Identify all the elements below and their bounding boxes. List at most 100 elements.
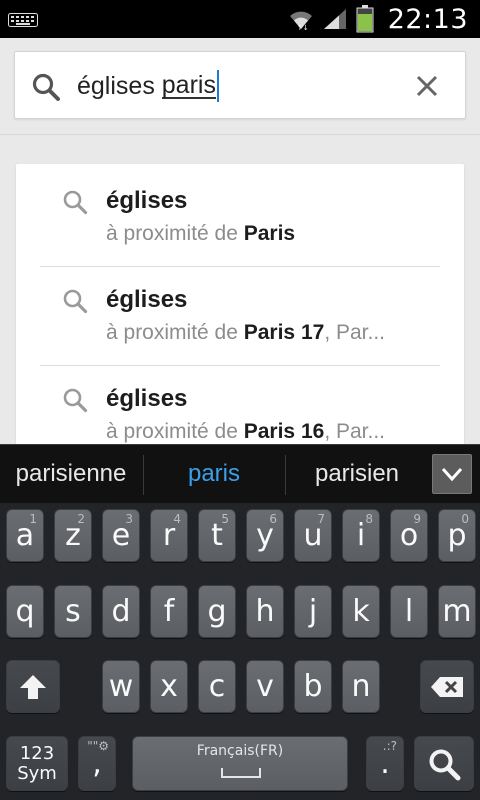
key-n[interactable]: n — [342, 660, 380, 713]
key-hint: 5 — [221, 512, 229, 526]
key-v[interactable]: v — [246, 660, 284, 713]
key-m[interactable]: m — [438, 585, 476, 638]
suggestion-subtitle: à proximité de Paris 17, Par... — [106, 321, 386, 344]
key-label: k — [352, 594, 370, 629]
search-icon — [63, 190, 88, 215]
key-label: n — [351, 669, 371, 704]
query-text: églises — [77, 71, 162, 100]
word-candidate-right[interactable]: parisien — [286, 445, 428, 503]
key-p[interactable]: 0p — [438, 509, 476, 562]
key-hint: 2 — [77, 512, 85, 526]
shift-arrow-icon — [20, 674, 46, 699]
key-l[interactable]: l — [390, 585, 428, 638]
key-label: x — [160, 669, 178, 704]
suggestion-title: églises — [106, 286, 188, 313]
key-label: l — [404, 594, 414, 629]
suggestion-subtitle: à proximité de Paris 16, Par... — [106, 420, 386, 443]
word-candidate-left[interactable]: parisienne — [0, 445, 142, 503]
key-b[interactable]: b — [294, 660, 332, 713]
keyboard-icon — [8, 13, 38, 27]
search-key[interactable] — [414, 736, 474, 791]
comma-key-hint: ""⚙ — [87, 739, 109, 753]
key-label: h — [255, 594, 275, 629]
comma-key[interactable]: ""⚙ , — [78, 736, 116, 791]
key-h[interactable]: h — [246, 585, 284, 638]
suggestion-subtitle: à proximité de Paris — [106, 222, 296, 245]
key-c[interactable]: c — [198, 660, 236, 713]
period-key[interactable]: .:? . — [366, 736, 404, 791]
key-x[interactable]: x — [150, 660, 188, 713]
screen: ↑↓ 22:13 églises paris églises à proximi… — [0, 0, 480, 800]
svg-text:↑↓: ↑↓ — [297, 24, 309, 31]
key-hint: 4 — [173, 512, 181, 526]
key-k[interactable]: k — [342, 585, 380, 638]
suggestion-title: églises — [106, 187, 188, 214]
key-label: j — [308, 594, 318, 629]
search-icon — [429, 749, 461, 780]
key-hint: 9 — [413, 512, 421, 526]
key-o[interactable]: 9o — [390, 509, 428, 562]
chevron-down-icon — [441, 467, 463, 482]
suggestion-item[interactable]: églises à proximité de Paris 16, Par... — [16, 362, 464, 454]
suggestions-list: églises à proximité de Paris églises à p… — [16, 164, 464, 454]
key-label: s — [65, 594, 81, 629]
key-s[interactable]: s — [54, 585, 92, 638]
search-icon — [63, 388, 88, 413]
key-f[interactable]: f — [150, 585, 188, 638]
symbols-key-label-2: Sym — [17, 762, 57, 784]
backspace-icon — [431, 676, 463, 697]
text-caret — [216, 70, 219, 102]
shift-key[interactable] — [6, 660, 60, 713]
key-hint: 7 — [317, 512, 325, 526]
key-label: q — [15, 594, 35, 629]
key-z[interactable]: 2z — [54, 509, 92, 562]
symbols-key[interactable]: 123 Sym — [6, 736, 68, 791]
search-input[interactable]: églises paris — [77, 64, 397, 108]
spacebar-icon — [221, 768, 261, 778]
search-icon[interactable] — [31, 72, 61, 102]
close-icon[interactable] — [415, 74, 439, 98]
key-hint: 1 — [29, 512, 37, 526]
key-label: c — [208, 669, 226, 704]
query-composing-text: paris — [161, 71, 216, 99]
key-y[interactable]: 6y — [246, 509, 284, 562]
key-label: w — [108, 669, 134, 704]
key-r[interactable]: 4r — [150, 509, 188, 562]
suggestion-item[interactable]: églises à proximité de Paris 17, Par... — [16, 263, 464, 362]
key-label: i — [356, 518, 366, 553]
suggestion-title: églises — [106, 385, 188, 412]
battery-icon — [356, 5, 374, 33]
key-e[interactable]: 3e — [102, 509, 140, 562]
wifi-icon: ↑↓ — [289, 11, 312, 31]
key-label: b — [303, 669, 323, 704]
word-suggestion-bar: parisienne paris parisien — [0, 444, 480, 503]
key-w[interactable]: w — [102, 660, 140, 713]
key-label: v — [256, 669, 274, 704]
space-language-label: Français(FR) — [196, 743, 284, 759]
key-a[interactable]: 1a — [6, 509, 44, 562]
key-hint: 0 — [461, 512, 469, 526]
search-area: églises paris — [0, 38, 480, 135]
key-t[interactable]: 5t — [198, 509, 236, 562]
backspace-key[interactable] — [420, 660, 474, 713]
word-candidate-center[interactable]: paris — [144, 445, 284, 503]
suggestion-item[interactable]: églises à proximité de Paris — [16, 164, 464, 263]
signal-icon — [323, 9, 346, 29]
key-label: g — [207, 594, 227, 629]
space-key[interactable]: Français(FR) — [132, 736, 348, 791]
key-label: d — [111, 594, 131, 629]
key-i[interactable]: 8i — [342, 509, 380, 562]
search-box[interactable]: églises paris — [14, 51, 466, 119]
key-hint: 3 — [125, 512, 133, 526]
status-bar: ↑↓ 22:13 — [0, 0, 480, 38]
key-d[interactable]: d — [102, 585, 140, 638]
key-u[interactable]: 7u — [294, 509, 332, 562]
key-j[interactable]: j — [294, 585, 332, 638]
search-icon — [63, 289, 88, 314]
on-screen-keyboard: 1a2z3e4r5t6y7u8i9o0p qsdfghjklm wxcvbn 1… — [0, 503, 480, 800]
key-label: m — [442, 594, 472, 629]
key-q[interactable]: q — [6, 585, 44, 638]
key-g[interactable]: g — [198, 585, 236, 638]
symbols-key-label-1: 123 — [19, 742, 55, 764]
expand-candidates-button[interactable] — [432, 454, 472, 494]
